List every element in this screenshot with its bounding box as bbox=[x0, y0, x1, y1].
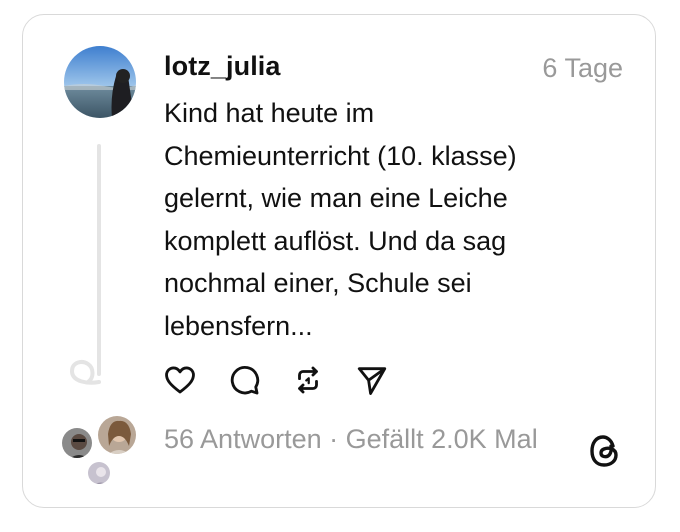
reply-button[interactable] bbox=[226, 362, 262, 398]
avatar-image bbox=[64, 46, 136, 118]
post-time: 6 Tage bbox=[542, 53, 623, 83]
threads-logo-icon bbox=[590, 435, 618, 467]
send-icon bbox=[357, 367, 387, 395]
user-avatar[interactable] bbox=[64, 46, 136, 118]
comment-icon bbox=[230, 366, 260, 395]
reply-avatar-2[interactable] bbox=[96, 414, 138, 456]
like-button[interactable] bbox=[162, 362, 198, 398]
repost-icon bbox=[298, 366, 318, 394]
post-stats[interactable]: 56 Antworten · Gefällt 2.0K Mal bbox=[164, 424, 538, 455]
reply-avatar-3[interactable] bbox=[86, 460, 112, 486]
repost-button[interactable] bbox=[290, 362, 326, 398]
thread-line bbox=[97, 144, 101, 376]
username[interactable]: lotz_julia bbox=[164, 51, 281, 82]
reply-avatar-1[interactable] bbox=[60, 426, 94, 460]
share-button[interactable] bbox=[354, 362, 390, 398]
thread-loop-icon bbox=[69, 360, 101, 385]
post-text: Kind hat heute im Chemieunterricht (10. … bbox=[164, 98, 517, 341]
heart-icon bbox=[165, 366, 195, 394]
